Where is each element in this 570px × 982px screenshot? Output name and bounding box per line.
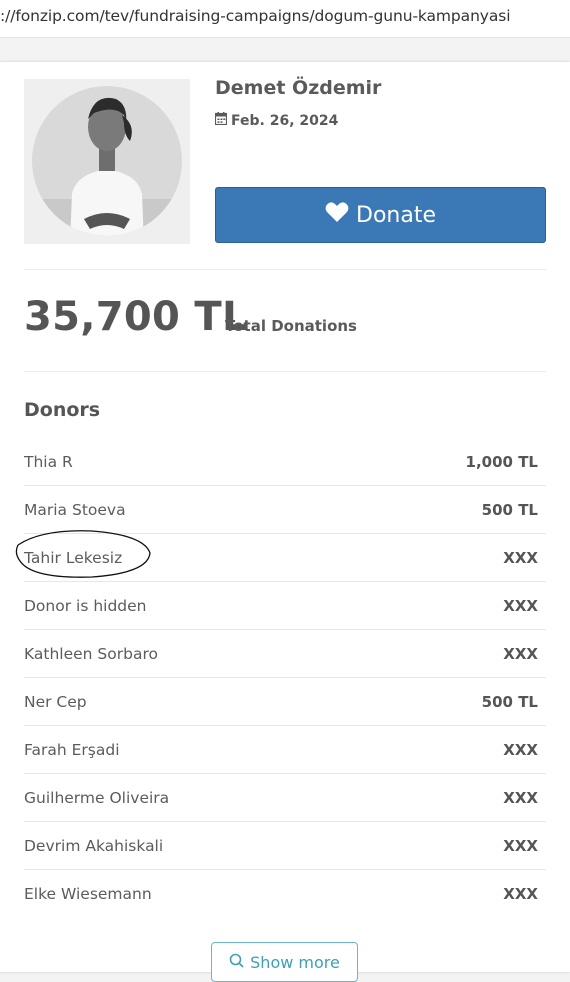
- donor-row: Maria Stoeva 500 TL: [24, 486, 546, 534]
- url-text[interactable]: ://fonzip.com/tev/fundraising-campaigns/…: [0, 7, 511, 25]
- date-text: Feb. 26, 2024: [231, 112, 339, 129]
- show-more-label: Show more: [250, 952, 340, 972]
- donor-row: Tahir Lekesiz XXX: [24, 534, 546, 582]
- donate-label: Donate: [356, 202, 436, 228]
- divider: [24, 371, 546, 372]
- donor-row: Kathleen Sorbaro XXX: [24, 630, 546, 678]
- donation-amount: XXX: [503, 740, 538, 759]
- calendar-icon: [214, 112, 228, 129]
- donation-amount: XXX: [503, 596, 538, 615]
- donor-name: Kathleen Sorbaro: [24, 644, 158, 663]
- donation-amount: XXX: [503, 885, 538, 903]
- donors-heading: Donors: [24, 399, 101, 421]
- donor-row: Donor is hidden XXX: [24, 582, 546, 630]
- total-donations-label: Total Donations: [225, 317, 357, 335]
- donor-row: Farah Erşadi XXX: [24, 726, 546, 774]
- donation-amount: 500 TL: [481, 692, 538, 711]
- donor-name: Elke Wiesemann: [24, 885, 152, 903]
- donor-name: Donor is hidden: [24, 596, 147, 615]
- donor-list: Thia R 1,000 TL Maria Stoeva 500 TL Tahi…: [24, 438, 546, 918]
- donor-name: Guilherme Oliveira: [24, 788, 170, 807]
- donor-name: Farah Erşadi: [24, 740, 120, 759]
- heart-icon: [325, 201, 349, 229]
- campaign-owner-name: Demet Özdemir: [215, 77, 382, 99]
- search-icon: [229, 953, 244, 972]
- divider: [24, 269, 546, 270]
- donation-amount: XXX: [503, 788, 538, 807]
- profile-photo: [24, 79, 190, 244]
- donation-amount: XXX: [503, 836, 538, 855]
- donation-amount: XXX: [503, 644, 538, 663]
- donor-name: Maria Stoeva: [24, 500, 126, 519]
- donor-row: Devrim Akahiskali XXX: [24, 822, 546, 870]
- show-more-button[interactable]: Show more: [211, 942, 358, 982]
- donor-name: Thia R: [24, 452, 73, 471]
- donor-row: Ner Cep 500 TL: [24, 678, 546, 726]
- address-bar[interactable]: ://fonzip.com/tev/fundraising-campaigns/…: [0, 0, 570, 38]
- donate-button[interactable]: Donate: [215, 187, 546, 243]
- total-donations-amount: 35,700 TL: [24, 294, 248, 340]
- donation-amount: 500 TL: [481, 500, 538, 519]
- donor-row: Elke Wiesemann XXX: [24, 870, 546, 918]
- donation-amount: 1,000 TL: [465, 452, 538, 471]
- campaign-date: Feb. 26, 2024: [214, 112, 339, 129]
- donor-name: Devrim Akahiskali: [24, 836, 164, 855]
- donation-amount: XXX: [503, 548, 538, 567]
- campaign-card: Demet Özdemir Feb. 26, 2024 Donate 35,70…: [0, 62, 570, 982]
- donor-row: Thia R 1,000 TL: [24, 438, 546, 486]
- donor-row: Guilherme Oliveira XXX: [24, 774, 546, 822]
- donor-name: Tahir Lekesiz: [24, 548, 123, 567]
- donor-name: Ner Cep: [24, 692, 87, 711]
